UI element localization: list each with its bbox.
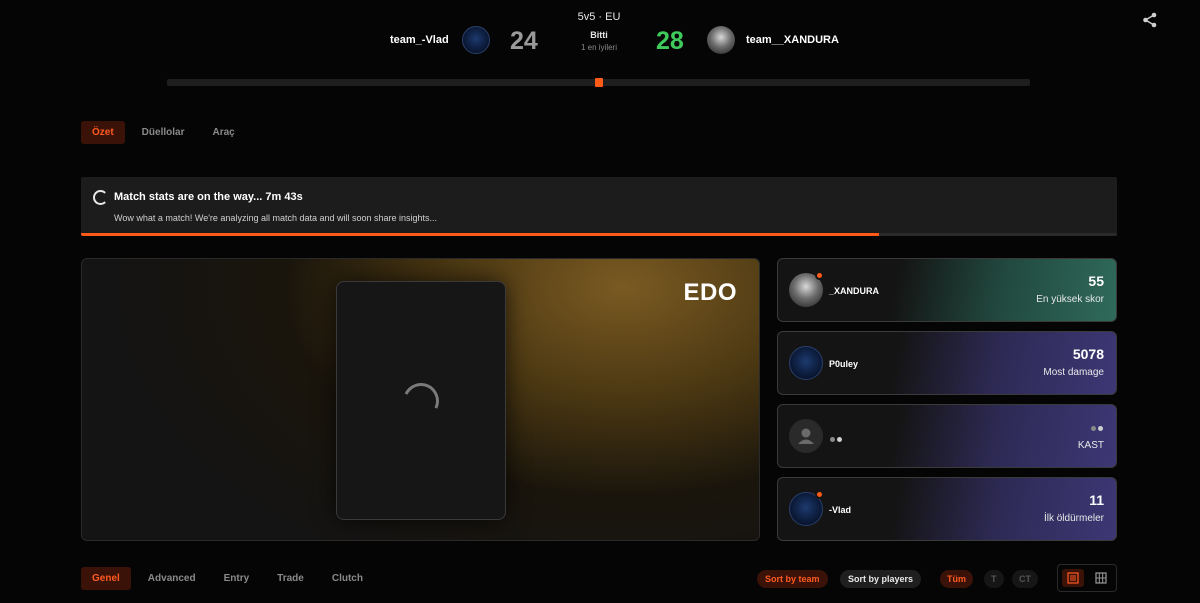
match-mode: 5v5 · EU	[577, 11, 621, 23]
stat-player-name: P0uley	[829, 359, 859, 369]
mvp-player-card[interactable]	[336, 281, 506, 520]
tab-ozet[interactable]: Özet	[81, 121, 125, 144]
round-timeline[interactable]	[167, 78, 1030, 87]
side-filter-ct[interactable]: CT	[1012, 570, 1038, 588]
stat-card-most-damage[interactable]: P0uley 5078 Most damage	[777, 331, 1117, 395]
stats-loading-banner: Match stats are on the way... 7m 43s Wow…	[81, 177, 1117, 236]
rank-badge-icon	[815, 490, 824, 499]
side-filter-all[interactable]: Tüm	[940, 570, 973, 588]
loading-dots-icon	[1091, 426, 1103, 431]
stat-label: KAST	[1077, 440, 1104, 451]
match-format: 1 en iyileri	[580, 43, 617, 52]
stat-label: Most damage	[1043, 367, 1104, 378]
user-placeholder-icon	[798, 428, 814, 444]
tab-clutch[interactable]: Clutch	[321, 567, 374, 590]
team2-name[interactable]: team__XANDURA	[746, 34, 839, 46]
stat-card-top-score[interactable]: _XANDURA 55 En yüksek skor	[777, 258, 1117, 322]
tab-duellolar[interactable]: Düellolar	[131, 121, 196, 144]
avatar	[789, 419, 823, 453]
sort-by-players-button[interactable]: Sort by players	[840, 570, 922, 588]
stat-player-name: -Vlad	[829, 505, 852, 515]
view-toggle	[1057, 564, 1117, 592]
stat-label: İlk öldürmeler	[1043, 513, 1104, 524]
stat-player-name: _XANDURA	[829, 286, 880, 296]
grid-view-icon[interactable]	[1090, 569, 1112, 587]
loading-spinner-icon	[93, 190, 108, 205]
loading-dots-icon	[830, 437, 842, 442]
tab-arac[interactable]: Araç	[201, 121, 245, 144]
banner-progress-track	[81, 233, 1117, 236]
stat-value: 55	[1088, 273, 1104, 289]
timeline-marker[interactable]	[595, 78, 603, 87]
rank-badge-icon	[815, 271, 824, 280]
share-icon[interactable]	[1141, 11, 1159, 29]
mvp-panel: EDO	[81, 258, 760, 541]
stat-card-kast[interactable]: KAST	[777, 404, 1117, 468]
avatar	[789, 346, 823, 380]
banner-subtitle: Wow what a match! We're analyzing all ma…	[114, 213, 438, 223]
match-header: team_-Vlad 24 5v5 · EU Bitti 1 en iyiler…	[0, 0, 1200, 70]
stat-label: En yüksek skor	[1036, 294, 1104, 305]
main-tabs: Özet Düellolar Araç	[81, 121, 246, 144]
team2-score: 28	[656, 27, 684, 55]
side-filter-t[interactable]: T	[984, 570, 1004, 588]
team1-score: 24	[510, 27, 538, 55]
team1-logo[interactable]	[462, 26, 490, 54]
stat-card-first-kills[interactable]: -Vlad 11 İlk öldürmeler	[777, 477, 1117, 541]
tab-trade[interactable]: Trade	[266, 567, 315, 590]
team1-name[interactable]: team_-Vlad	[390, 34, 449, 46]
banner-progress-fill	[81, 233, 879, 236]
team2-logo[interactable]	[707, 26, 735, 54]
tab-genel[interactable]: Genel	[81, 567, 131, 590]
mvp-player-name: EDO	[683, 279, 737, 306]
stat-value: 11	[1089, 492, 1104, 508]
loading-spinner-icon	[397, 377, 445, 425]
stat-value: 5078	[1072, 346, 1104, 362]
sort-by-team-button[interactable]: Sort by team	[757, 570, 828, 588]
match-status: Bitti	[590, 30, 608, 40]
list-view-icon[interactable]	[1062, 569, 1084, 587]
tab-advanced[interactable]: Advanced	[137, 567, 207, 590]
banner-title: Match stats are on the way... 7m 43s	[114, 191, 303, 203]
stats-tabs: Genel Advanced Entry Trade Clutch	[81, 567, 374, 590]
tab-entry[interactable]: Entry	[213, 567, 261, 590]
